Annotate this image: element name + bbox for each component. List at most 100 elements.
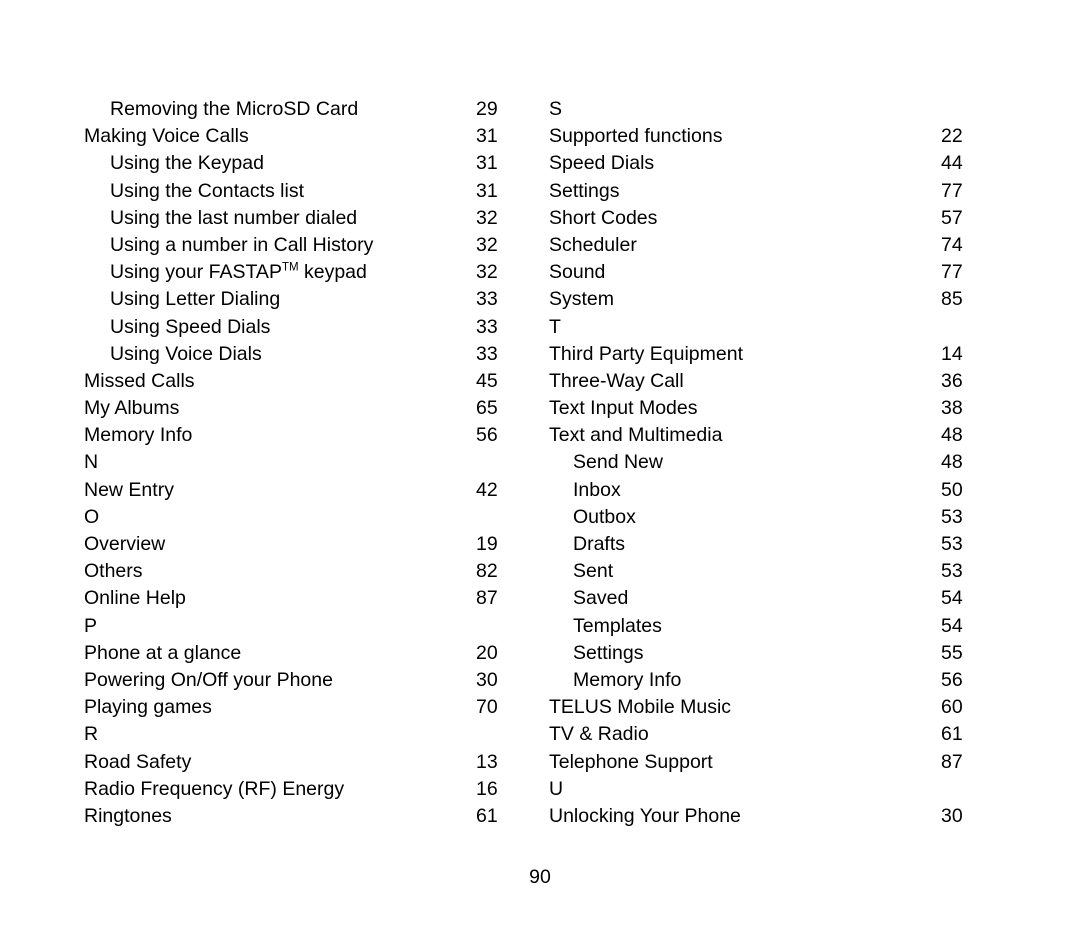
index-entry-title: Ringtones <box>84 804 172 827</box>
index-entry[interactable]: Memory Info 56 <box>549 667 989 694</box>
index-entry-page-number: 60 <box>941 696 963 719</box>
index-entry-page-number: 87 <box>941 750 963 773</box>
index-entry-page-number: 85 <box>941 288 963 311</box>
index-entry[interactable]: Three-Way Call 36 <box>549 368 989 395</box>
index-entry-page-number: 45 <box>476 369 498 392</box>
index-entry[interactable]: Unlocking Your Phone 30 <box>549 803 989 830</box>
index-letter-heading: R <box>84 723 99 746</box>
index-entry-title: Speed Dials <box>549 152 655 175</box>
index-entry-page-number: 20 <box>476 641 498 664</box>
index-entry-page-number: 65 <box>476 397 498 420</box>
index-entry-page-number: 22 <box>941 125 963 148</box>
index-entry[interactable]: Radio Frequency (RF) Energy 16 <box>84 776 544 803</box>
index-entry[interactable]: Using the Keypad 31 <box>84 150 544 177</box>
index-entry-page-number: 32 <box>476 261 498 284</box>
index-entry-page-number: 33 <box>476 288 498 311</box>
index-entry[interactable]: Sent 53 <box>549 558 989 585</box>
index-entry-title: Radio Frequency (RF) Energy <box>84 777 345 800</box>
index-entry-page-number: 54 <box>941 614 963 637</box>
index-entry-title: Short Codes <box>549 206 658 229</box>
index-entry[interactable]: Settings 77 <box>549 178 989 205</box>
index-entry[interactable]: Ringtones 61 <box>84 803 544 830</box>
index-entry[interactable]: New Entry 42 <box>84 477 544 504</box>
index-entry[interactable]: Using Voice Dials 33 <box>84 341 544 368</box>
index-entry-title: Memory Info <box>84 424 193 447</box>
index-entry-title: Third Party Equipment <box>549 342 744 365</box>
index-entry[interactable]: Sound 77 <box>549 259 989 286</box>
index-entry-page-number: 48 <box>941 424 963 447</box>
index-entry-page-number: 50 <box>941 478 963 501</box>
index-entry[interactable]: Powering On/Off your Phone 30 <box>84 667 544 694</box>
index-entry-title: Templates <box>573 614 662 637</box>
index-entry-page-number: 87 <box>476 587 498 610</box>
index-entry[interactable]: Short Codes 57 <box>549 205 989 232</box>
index-entry[interactable]: Memory Info 56 <box>84 422 544 449</box>
index-entry-page-number: 44 <box>941 152 963 175</box>
index-entry-title: Inbox <box>573 478 621 501</box>
index-entry-title: Using the Keypad <box>110 152 264 175</box>
index-column-right: S Supported functions 22 Speed Dials 44 Setti… <box>549 96 989 830</box>
index-entry[interactable]: Templates 54 <box>549 613 989 640</box>
index-entry-title: Powering On/Off your Phone <box>84 668 333 691</box>
index-entry-title: Text and Multimedia <box>549 424 723 447</box>
index-entry[interactable]: My Albums 65 <box>84 395 544 422</box>
index-entry-page-number: 48 <box>941 451 963 474</box>
index-entry-title: Missed Calls <box>84 369 195 392</box>
index-entry[interactable]: Settings 55 <box>549 640 989 667</box>
index-entry[interactable]: Telephone Support 87 <box>549 749 989 776</box>
index-entry[interactable]: Others 82 <box>84 558 544 585</box>
index-entry[interactable]: Road Safety 13 <box>84 749 544 776</box>
index-entry-page-number: 53 <box>941 505 963 528</box>
index-letter-heading: T <box>549 315 561 338</box>
index-entry[interactable]: Scheduler 74 <box>549 232 989 259</box>
index-entry[interactable]: Overview 19 <box>84 531 544 558</box>
index-entry[interactable]: Using Letter Dialing 33 <box>84 286 544 313</box>
index-entry[interactable]: System 85 <box>549 286 989 313</box>
index-entry-page-number: 32 <box>476 233 498 256</box>
index-entry[interactable]: Text Input Modes 38 <box>549 395 989 422</box>
index-entry[interactable]: Speed Dials 44 <box>549 150 989 177</box>
index-entry-page-number: 33 <box>476 342 498 365</box>
index-entry[interactable]: Missed Calls 45 <box>84 368 544 395</box>
index-entry[interactable]: Supported functions 22 <box>549 123 989 150</box>
index-entry-title: Saved <box>573 587 629 610</box>
index-entry[interactable]: TV & Radio 61 <box>549 721 989 748</box>
index-entry-title: Outbox <box>573 505 636 528</box>
index-entry-title: My Albums <box>84 397 180 420</box>
index-entry[interactable]: Making Voice Calls 31 <box>84 123 544 150</box>
index-entry[interactable]: Online Help 87 <box>84 585 544 612</box>
index-entry[interactable]: Using your FASTAPTM keypad 32 <box>84 259 544 286</box>
index-entry[interactable]: Phone at a glance 20 <box>84 640 544 667</box>
index-entry-page-number: 32 <box>476 206 498 229</box>
footer-page-number: 90 <box>529 866 551 888</box>
index-entry[interactable]: Playing games 70 <box>84 694 544 721</box>
index-entry[interactable]: Removing the MicroSD Card 29 <box>84 96 544 123</box>
index-entry-page-number: 61 <box>476 804 498 827</box>
index-entry-page-number: 13 <box>476 750 498 773</box>
index-entry[interactable]: Using Speed Dials 33 <box>84 314 544 341</box>
index-entry[interactable]: Inbox 50 <box>549 477 989 504</box>
index-entry[interactable]: Send New 48 <box>549 449 989 476</box>
index-entry[interactable]: Outbox 53 <box>549 504 989 531</box>
index-entry-title: Drafts <box>573 533 626 555</box>
index-entry[interactable]: Text and Multimedia 48 <box>549 422 989 449</box>
index-entry-title: Phone at a glance <box>84 641 242 664</box>
index-entry[interactable]: Using a number in Call History 32 <box>84 232 544 259</box>
index-entry[interactable]: Saved 54 <box>549 585 989 612</box>
index-entry[interactable]: TELUS Mobile Music 60 <box>549 694 989 721</box>
index-entry-title: Scheduler <box>549 233 637 256</box>
index-entry-page-number: 33 <box>476 315 498 338</box>
index-entry-title: Settings <box>549 179 620 202</box>
index-entry-page-number: 77 <box>941 179 963 202</box>
index-entry-page-number: 36 <box>941 369 963 392</box>
index-entry[interactable]: Third Party Equipment 14 <box>549 341 989 368</box>
index-entry-title: Telephone Support <box>549 750 713 773</box>
index-entry-page-number: 19 <box>476 533 498 555</box>
index-entry-page-number: 77 <box>941 261 963 284</box>
index-entry-title: Sound <box>549 261 606 284</box>
index-letter-heading: P <box>84 614 98 637</box>
index-entry[interactable]: Using the Contacts list 31 <box>84 178 544 205</box>
index-entry[interactable]: Drafts 53 <box>549 531 989 558</box>
index-entry-page-number: 74 <box>941 233 963 256</box>
index-entry[interactable]: Using the last number dialed 32 <box>84 205 544 232</box>
